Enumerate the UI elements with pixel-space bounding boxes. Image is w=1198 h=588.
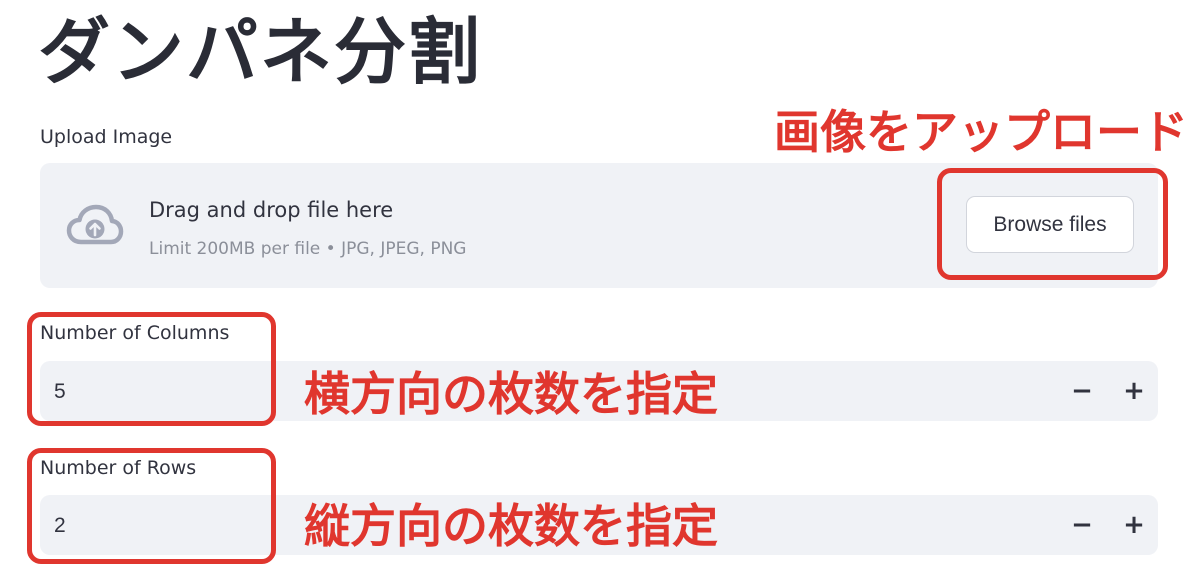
- annotation-upload: 画像をアップロード: [774, 105, 1188, 159]
- dropzone-limit-text: Limit 200MB per file • JPG, JPEG, PNG: [149, 239, 467, 259]
- columns-decrement-button[interactable]: −: [1062, 371, 1102, 411]
- highlight-browse-box: [937, 168, 1168, 280]
- rows-decrement-button[interactable]: −: [1062, 505, 1102, 545]
- page-title: ダンパネ分割: [38, 10, 483, 94]
- annotation-rows: 縦方向の枚数を指定: [304, 499, 718, 553]
- highlight-columns-box: [27, 312, 276, 426]
- upload-image-label: Upload Image: [40, 126, 173, 148]
- highlight-rows-box: [27, 448, 276, 564]
- columns-increment-button[interactable]: +: [1114, 371, 1154, 411]
- rows-increment-button[interactable]: +: [1114, 505, 1154, 545]
- annotation-columns: 横方向の枚数を指定: [304, 367, 718, 421]
- cloud-upload-icon: [66, 204, 124, 245]
- dropzone-instructions: Drag and drop file here: [149, 198, 394, 222]
